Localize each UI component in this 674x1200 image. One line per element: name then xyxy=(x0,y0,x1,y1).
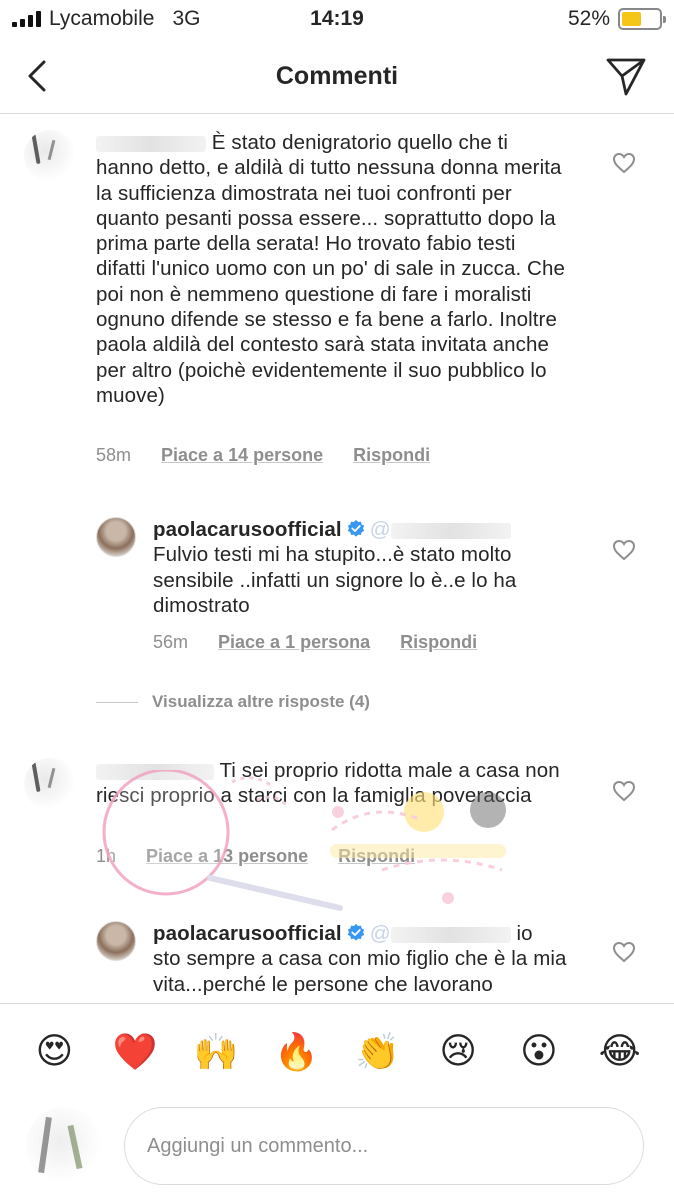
comment-body: paolacarusoofficial @ io sto sempre a cas… xyxy=(153,921,573,997)
comment-text: È stato denigratorio quello che ti hanno… xyxy=(96,131,565,407)
redacted-username xyxy=(96,135,206,152)
mention[interactable]: @ xyxy=(370,922,391,945)
comment-username[interactable]: paolacarusoofficial xyxy=(153,922,342,945)
comment-meta: 58m Piace a 14 persone Rispondi xyxy=(96,445,430,466)
avatar[interactable] xyxy=(24,758,76,810)
emoji-tears-of-joy[interactable]: 😂 xyxy=(594,1031,646,1072)
reply-button[interactable]: Rispondi xyxy=(400,632,477,653)
avatar[interactable] xyxy=(96,921,136,961)
reply-button[interactable]: Rispondi xyxy=(338,846,415,867)
comment-text-tail: io xyxy=(516,922,533,945)
status-bar: Lycamobile 3G 14:19 52% xyxy=(0,0,674,38)
comments-list: È stato denigratorio quello che ti hanno… xyxy=(0,115,674,1003)
likes-link[interactable]: Piace a 1 persona xyxy=(218,632,370,653)
nav-bar: Commenti xyxy=(0,38,674,114)
comment-meta: 56m Piace a 1 persona Rispondi xyxy=(153,632,477,653)
like-heart-icon[interactable] xyxy=(612,152,636,174)
comment-meta: 1h Piace a 13 persone Rispondi xyxy=(96,846,415,867)
redacted-mention xyxy=(390,926,511,943)
mention[interactable]: @ xyxy=(370,518,391,541)
divider xyxy=(96,701,138,703)
emoji-red-heart[interactable]: ❤️ xyxy=(109,1031,161,1073)
comment-username[interactable]: paolacarusoofficial xyxy=(153,518,342,541)
avatar[interactable] xyxy=(96,517,136,557)
comment-body: paolacarusoofficial @ Fulvio testi mi ha … xyxy=(153,517,573,618)
emoji-bar: 😍 ❤️ 🙌 🔥 👏 😢 😮 😂 xyxy=(0,1003,674,1099)
redacted-username xyxy=(96,763,214,780)
status-right: 52% xyxy=(567,7,666,31)
battery-icon xyxy=(618,8,666,30)
comment-body: Ti sei proprio ridotta male a casa non r… xyxy=(96,758,566,809)
emoji-fire[interactable]: 🔥 xyxy=(271,1031,323,1073)
comment-text: sto sempre a casa con mio figlio che è l… xyxy=(153,947,567,996)
direct-send-icon[interactable] xyxy=(604,54,648,98)
comment-body: È stato denigratorio quello che ti hanno… xyxy=(96,130,566,408)
comment-time: 1h xyxy=(96,846,117,866)
battery-fill xyxy=(622,12,641,26)
comment-composer xyxy=(0,1099,674,1200)
redacted-mention xyxy=(390,522,511,539)
comment-text: Fulvio testi mi ha stupito...è stato mol… xyxy=(153,543,517,617)
emoji-crying[interactable]: 😢 xyxy=(432,1031,484,1072)
page-title: Commenti xyxy=(275,62,399,90)
view-more-replies[interactable]: Visualizza altre risposte (4) xyxy=(96,692,370,712)
comment-time: 56m xyxy=(153,632,189,652)
current-user-avatar xyxy=(26,1107,102,1183)
emoji-raised-hands[interactable]: 🙌 xyxy=(190,1031,242,1073)
like-heart-icon[interactable] xyxy=(612,539,636,561)
likes-link[interactable]: Piace a 13 persone xyxy=(146,846,308,867)
avatar[interactable] xyxy=(24,130,76,182)
like-heart-icon[interactable] xyxy=(612,941,636,963)
emoji-surprised[interactable]: 😮 xyxy=(513,1031,565,1072)
likes-link[interactable]: Piace a 14 persone xyxy=(161,445,323,466)
verified-badge-icon xyxy=(347,520,364,537)
view-more-label: Visualizza altre risposte (4) xyxy=(152,692,370,711)
verified-badge-icon xyxy=(347,924,364,941)
emoji-heart-eyes[interactable]: 😍 xyxy=(28,1031,80,1072)
battery-percent: 52% xyxy=(567,7,610,30)
comment-time: 58m xyxy=(96,445,132,465)
comment-input[interactable] xyxy=(124,1107,644,1185)
like-heart-icon[interactable] xyxy=(612,780,636,802)
reply-button[interactable]: Rispondi xyxy=(353,445,430,466)
emoji-clapping[interactable]: 👏 xyxy=(351,1031,403,1073)
